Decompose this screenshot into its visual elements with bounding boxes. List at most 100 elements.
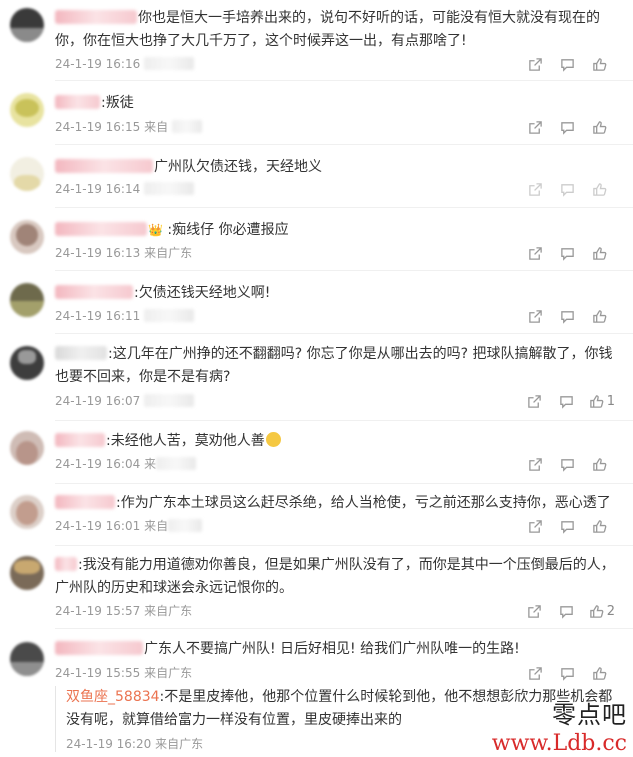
like-icon bbox=[592, 666, 606, 680]
share-icon bbox=[528, 394, 541, 408]
like-button[interactable] bbox=[583, 179, 615, 199]
like-button[interactable] bbox=[583, 516, 615, 536]
comment-meta: 24-1-19 16:14 bbox=[55, 181, 195, 197]
like-button[interactable] bbox=[583, 54, 615, 74]
comment-button[interactable] bbox=[551, 391, 583, 411]
like-button[interactable] bbox=[583, 306, 615, 326]
username-blurred[interactable] bbox=[55, 557, 77, 571]
username-blurred[interactable] bbox=[55, 159, 153, 173]
comment-button[interactable] bbox=[551, 454, 583, 474]
comment-button[interactable] bbox=[551, 663, 583, 683]
timestamp: 24-1-19 16:13 bbox=[55, 246, 141, 260]
comment-button[interactable] bbox=[551, 516, 583, 536]
avatar[interactable] bbox=[10, 556, 44, 590]
like-icon bbox=[592, 120, 606, 134]
comment-meta: 24-1-19 16:04 来 bbox=[55, 456, 197, 472]
location-blurred bbox=[144, 57, 195, 70]
comment-icon bbox=[560, 183, 574, 197]
username-blurred[interactable] bbox=[55, 285, 133, 299]
location-label: 来自广东 bbox=[144, 666, 193, 680]
comment-icon bbox=[560, 458, 574, 472]
like-button[interactable] bbox=[583, 243, 615, 263]
comment-text: :这几年在广州挣的还不翻翻吗? 你忘了你是从哪出去的吗? 把球队搞解散了，你钱也… bbox=[55, 346, 613, 385]
comment-button[interactable] bbox=[551, 601, 583, 621]
username-blurred[interactable] bbox=[55, 495, 115, 509]
location-blurred bbox=[172, 120, 203, 133]
divider bbox=[55, 80, 633, 81]
share-button[interactable] bbox=[519, 179, 551, 199]
comment-text: :叛徒 bbox=[55, 92, 615, 115]
comment-text: 广东人不要搞广州队! 日后好相见! 给我们广州队唯一的生路! bbox=[55, 638, 615, 661]
username-blurred[interactable] bbox=[55, 433, 105, 447]
comment-meta: 24-1-19 15:55 来自广东 bbox=[55, 665, 192, 681]
comment-button[interactable] bbox=[551, 243, 583, 263]
avatar[interactable] bbox=[10, 220, 44, 254]
share-button[interactable] bbox=[519, 306, 551, 326]
location-label: 来自广东 bbox=[155, 737, 204, 751]
avatar[interactable] bbox=[10, 495, 44, 529]
share-button[interactable] bbox=[519, 117, 551, 137]
comment-meta: 24-1-19 16:15 来自 bbox=[55, 119, 203, 135]
watermark-title: 零点吧 bbox=[552, 701, 627, 729]
share-icon bbox=[528, 666, 542, 680]
divider bbox=[55, 483, 633, 484]
comment-button[interactable] bbox=[551, 117, 583, 137]
like-button[interactable] bbox=[583, 663, 615, 683]
like-count: 1 bbox=[606, 393, 615, 409]
comment-actions bbox=[519, 179, 615, 199]
like-button[interactable] bbox=[583, 117, 615, 137]
comment-button[interactable] bbox=[551, 179, 583, 199]
like-button[interactable]: 1 bbox=[589, 391, 615, 411]
avatar[interactable] bbox=[10, 157, 44, 191]
comment-button[interactable] bbox=[551, 306, 583, 326]
comment-text: :未经他人苦，莫劝他人善 bbox=[55, 430, 615, 453]
share-button[interactable] bbox=[519, 54, 551, 74]
avatar[interactable] bbox=[10, 93, 44, 127]
comment-icon bbox=[560, 58, 574, 72]
username-blurred[interactable] bbox=[55, 10, 137, 24]
username-blurred[interactable] bbox=[55, 95, 100, 109]
comment-icon bbox=[560, 247, 574, 261]
share-button[interactable] bbox=[519, 663, 551, 683]
comment-icon bbox=[560, 121, 574, 135]
comment-actions bbox=[519, 663, 615, 683]
location-label: 来 bbox=[144, 457, 157, 471]
avatar[interactable] bbox=[10, 8, 44, 42]
like-icon bbox=[589, 394, 604, 408]
share-button[interactable] bbox=[519, 601, 551, 621]
comment-actions bbox=[519, 516, 615, 536]
share-button[interactable] bbox=[519, 516, 551, 536]
avatar[interactable] bbox=[10, 283, 44, 317]
username-blurred[interactable] bbox=[55, 346, 107, 360]
reply-username[interactable]: 双鱼座_58834 bbox=[66, 689, 160, 705]
avatar[interactable] bbox=[10, 346, 44, 380]
share-button[interactable] bbox=[519, 243, 551, 263]
comment-button[interactable] bbox=[551, 54, 583, 74]
username-blurred[interactable] bbox=[55, 641, 143, 655]
timestamp: 24-1-19 16:15 bbox=[55, 120, 141, 134]
location-label: 来自广东 bbox=[144, 246, 193, 260]
like-icon bbox=[592, 457, 606, 471]
like-button[interactable] bbox=[583, 454, 615, 474]
like-icon bbox=[592, 182, 606, 196]
avatar[interactable] bbox=[10, 431, 44, 465]
like-icon bbox=[592, 519, 606, 533]
divider bbox=[55, 144, 633, 145]
comment-meta: 24-1-19 16:11 bbox=[55, 308, 195, 324]
comment-icon bbox=[560, 605, 573, 619]
timestamp: 24-1-19 15:57 bbox=[55, 604, 141, 618]
comment-actions bbox=[519, 454, 615, 474]
divider bbox=[55, 333, 633, 334]
comment-icon bbox=[560, 667, 574, 681]
username-blurred[interactable] bbox=[55, 222, 147, 236]
avatar[interactable] bbox=[10, 642, 44, 676]
location-label: 来自广东 bbox=[144, 604, 193, 618]
crown-icon: 👑 bbox=[148, 223, 163, 237]
share-button[interactable] bbox=[519, 391, 551, 411]
like-icon bbox=[592, 309, 606, 323]
like-icon bbox=[592, 57, 606, 71]
emoji-icon bbox=[265, 432, 281, 447]
share-icon bbox=[528, 246, 542, 260]
share-button[interactable] bbox=[519, 454, 551, 474]
like-button[interactable]: 2 bbox=[589, 601, 615, 621]
